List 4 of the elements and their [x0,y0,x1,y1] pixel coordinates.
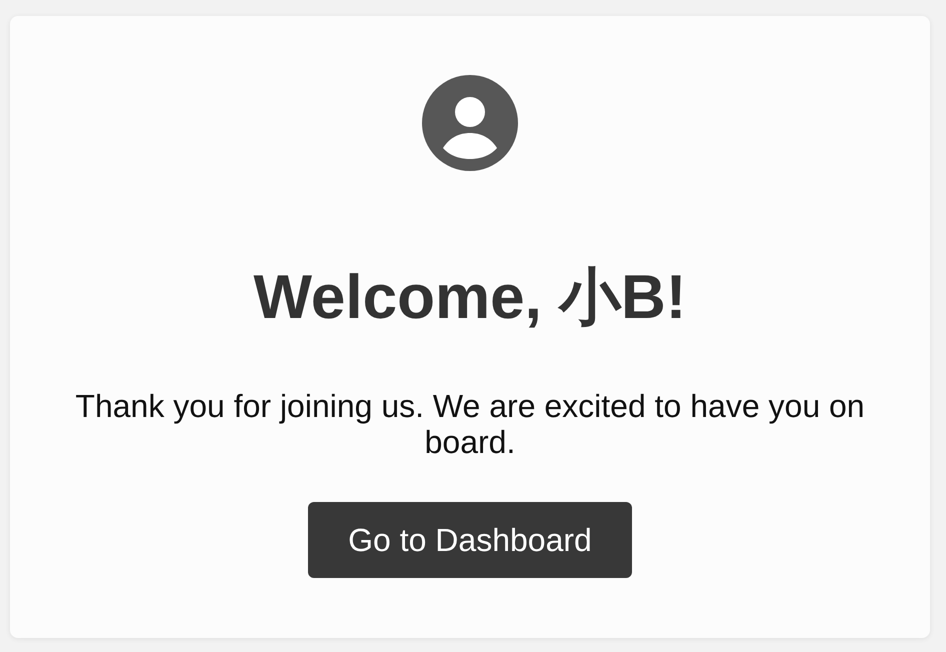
welcome-message: Thank you for joining us. We are excited to have you on board. [74,388,866,460]
welcome-heading: Welcome, 小B! [254,262,686,334]
dashboard-button[interactable]: Go to Dashboard [308,502,632,578]
user-icon [422,75,518,171]
